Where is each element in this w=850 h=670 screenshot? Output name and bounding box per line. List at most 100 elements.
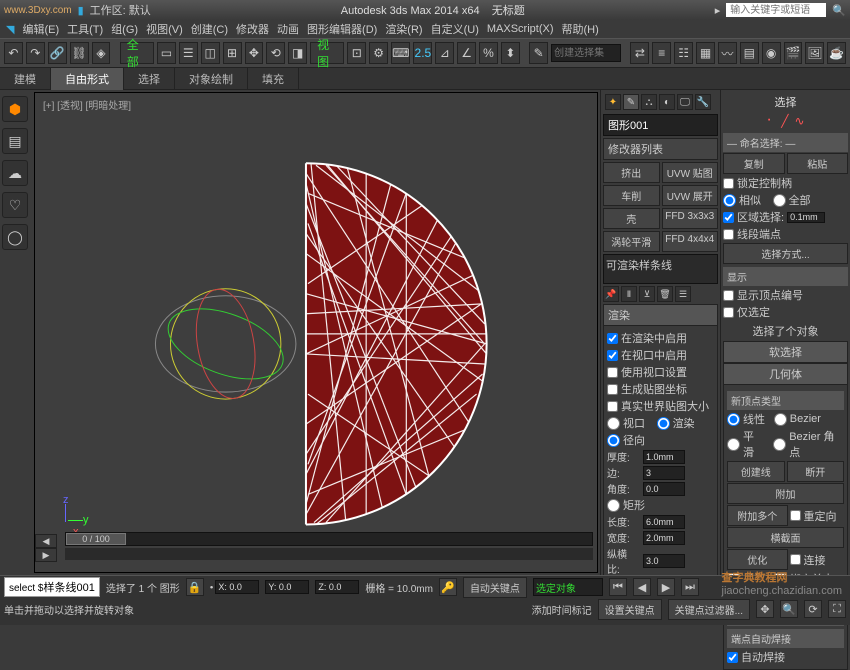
menu-help[interactable]: 帮助(H)	[560, 21, 601, 37]
chk-genmap[interactable]	[607, 384, 618, 395]
nav-orbit-icon[interactable]: ⟳	[804, 600, 822, 618]
btn-paste-sel[interactable]: 粘贴	[787, 153, 849, 174]
mod-turbosmooth[interactable]: 涡轮平滑	[603, 231, 660, 252]
object-name-field[interactable]: 图形001	[603, 114, 718, 136]
mod-uvwmap[interactable]: UVW 贴图	[662, 162, 719, 183]
spin-angle[interactable]	[643, 482, 685, 496]
menu-tools[interactable]: 工具(T)	[65, 21, 105, 37]
render-setup-icon[interactable]: 🎬	[784, 42, 803, 64]
nav-max-icon[interactable]: ⛶	[828, 600, 846, 618]
config-mod-icon[interactable]: ☰	[675, 286, 691, 302]
mirror-icon[interactable]: ⇄	[630, 42, 649, 64]
cmdtab-hierarchy-icon[interactable]: ⛬	[641, 94, 657, 110]
chk-area-select[interactable]	[723, 212, 734, 223]
autokey-button[interactable]: 自动关键点	[463, 577, 527, 598]
menu-edit[interactable]: 编辑(E)	[20, 21, 61, 37]
move-icon[interactable]: ✥	[245, 42, 264, 64]
rollout-rendering[interactable]: 渲染	[603, 304, 718, 326]
setkey-button[interactable]: 设置关键点	[598, 599, 662, 620]
nav-pan-icon[interactable]: ✥	[756, 600, 774, 618]
roll-soft[interactable]: 软选择	[723, 341, 848, 363]
bind-icon[interactable]: ◈	[92, 42, 111, 64]
rad-all[interactable]	[773, 194, 786, 207]
menu-animation[interactable]: 动画	[275, 21, 301, 37]
tab-freeform[interactable]: 自由形式	[51, 68, 124, 90]
chk-connect[interactable]	[790, 554, 801, 565]
nav-zoom-icon[interactable]: 🔍	[780, 600, 798, 618]
ns-edit-icon[interactable]: ✎	[529, 42, 548, 64]
menu-group[interactable]: 组(G)	[109, 21, 140, 37]
viewport[interactable]: [+] [透视] [明暗处理]	[34, 92, 598, 573]
percent-snap-icon[interactable]: %	[479, 42, 498, 64]
mod-ffd4[interactable]: FFD 4x4x4	[662, 231, 719, 252]
rad-linear[interactable]	[727, 413, 740, 426]
add-tag[interactable]: 添加时间标记	[532, 602, 592, 617]
select-region-icon[interactable]: ◫	[201, 42, 220, 64]
chk-use-vp[interactable]	[607, 367, 618, 378]
subobj-spline-icon[interactable]: ∿	[794, 114, 804, 128]
help-search-input[interactable]	[726, 3, 826, 17]
spin-aspect[interactable]	[643, 554, 685, 568]
layers-dock-icon[interactable]: ▤	[2, 128, 28, 154]
key-filter-dropdown[interactable]	[533, 578, 603, 596]
chk-autoweld[interactable]	[727, 652, 738, 663]
rfw-icon[interactable]: 🖼	[805, 42, 824, 64]
menu-view[interactable]: 视图(V)	[144, 21, 185, 37]
pin-stack-icon[interactable]: 📌	[603, 286, 619, 302]
remove-mod-icon[interactable]: 🗑	[657, 286, 673, 302]
select-name-icon[interactable]: ☰	[179, 42, 198, 64]
coord-x[interactable]	[215, 580, 259, 594]
align-icon[interactable]: ≡	[652, 42, 671, 64]
unique-icon[interactable]: ⊻	[639, 286, 655, 302]
tab-modeling[interactable]: 建模	[0, 68, 51, 90]
maxscript-listener[interactable]: select $样条线001	[4, 577, 100, 597]
angle-snap-icon[interactable]: ∠	[457, 42, 476, 64]
chk-sel-only[interactable]	[723, 307, 734, 318]
spin-sides[interactable]	[643, 466, 685, 480]
btn-create-line[interactable]: 创建线	[727, 461, 785, 482]
keyfilter-button[interactable]: 关键点过滤器...	[668, 599, 750, 620]
selection-filter[interactable]: 全部	[120, 42, 154, 64]
chk-render-enable[interactable]	[607, 333, 618, 344]
play-prev-icon[interactable]: ⏮	[609, 578, 627, 596]
lock-icon[interactable]: 🔒	[186, 578, 204, 596]
chk-viewport-enable[interactable]	[607, 350, 618, 361]
rotate-icon[interactable]: ⟲	[266, 42, 285, 64]
menu-create[interactable]: 创建(C)	[189, 21, 230, 37]
roll-geo[interactable]: 几何体	[723, 363, 848, 385]
heart-icon[interactable]: ♡	[2, 192, 28, 218]
keyboard-icon[interactable]: ⌨	[391, 42, 410, 64]
time-track[interactable]	[65, 548, 593, 560]
btn-copy-sel[interactable]: 复制	[723, 153, 785, 174]
circle-icon[interactable]: ◯	[2, 224, 28, 250]
modifier-stack-list[interactable]: 可渲染样条线	[603, 254, 718, 284]
modifier-list-dropdown[interactable]: 修改器列表	[603, 138, 718, 160]
redo-icon[interactable]: ↷	[26, 42, 45, 64]
menu-maxscript[interactable]: MAXScript(X)	[485, 23, 556, 35]
rad-bezier[interactable]	[774, 413, 787, 426]
cube-icon[interactable]: ⬢	[2, 96, 28, 122]
rad-bcorner[interactable]	[773, 438, 786, 451]
cmdtab-create-icon[interactable]: ✦	[605, 94, 621, 110]
show-end-icon[interactable]: Ⅱ	[621, 286, 637, 302]
select-icon[interactable]: ▭	[157, 42, 176, 64]
mod-shell[interactable]: 壳	[603, 208, 660, 229]
chk-lock-handles[interactable]	[723, 178, 734, 189]
pivot-icon[interactable]: ⊡	[347, 42, 366, 64]
snap3d-icon[interactable]: ⊿	[435, 42, 454, 64]
rad-viewport[interactable]	[607, 417, 620, 430]
spin-area[interactable]	[787, 212, 825, 223]
snap2d-icon[interactable]: 2.5	[413, 42, 432, 64]
rad-radial[interactable]	[607, 434, 620, 447]
search-icon[interactable]: 🔍	[832, 4, 846, 17]
material-icon[interactable]: ◉	[762, 42, 781, 64]
chk-show-num[interactable]	[723, 290, 734, 301]
mod-extrude[interactable]: 挤出	[603, 162, 660, 183]
btn-select-by[interactable]: 选择方式...	[723, 243, 848, 264]
mod-uvwunwrap[interactable]: UVW 展开	[662, 185, 719, 206]
manip-icon[interactable]: ⚙	[369, 42, 388, 64]
tab-populate[interactable]: 填充	[248, 68, 299, 90]
btn-xsection[interactable]: 横截面	[727, 527, 844, 548]
menu-grapheditors[interactable]: 图形编辑器(D)	[305, 21, 379, 37]
curve-editor-icon[interactable]: 〰	[718, 42, 737, 64]
